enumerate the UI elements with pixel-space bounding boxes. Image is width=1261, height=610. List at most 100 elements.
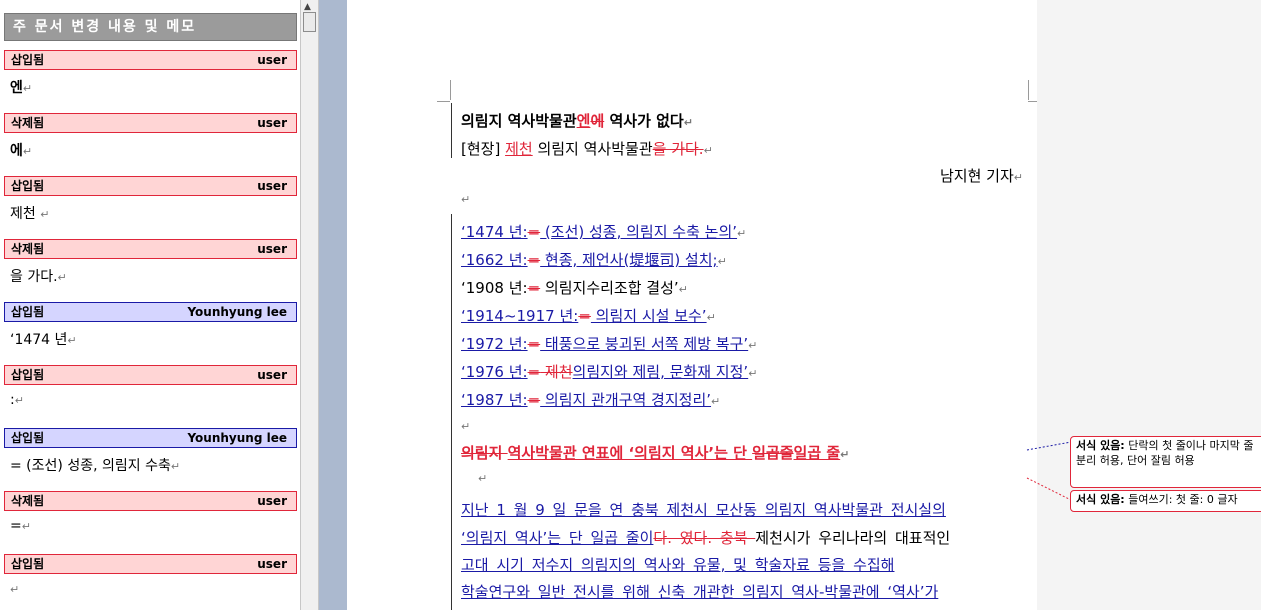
deleted-text: = — [527, 279, 541, 297]
revision-content[interactable]: ↵ — [10, 581, 19, 597]
revision-header[interactable]: 삭제됨 user — [4, 113, 297, 133]
inserted-text: 제천 — [505, 140, 533, 158]
revision-author: user — [257, 557, 287, 571]
paragraph-mark-icon: ↵ — [57, 271, 67, 284]
inserted-text: 엔 — [576, 112, 591, 130]
paragraph-mark-icon: ↵ — [461, 420, 471, 433]
revision-content[interactable]: ‘1474 년↵ — [10, 329, 77, 349]
revision-type: 삽입됨 — [11, 368, 45, 382]
timeline-text: 의림지수리조합 결성’ — [540, 279, 679, 297]
headline-text-tail: 역사가 없다 — [604, 112, 684, 130]
revision-text: = — [10, 518, 22, 534]
revision-text: 을 가다. — [10, 269, 58, 285]
revision-text: 엔 — [10, 80, 23, 96]
scroll-thumb[interactable] — [303, 12, 316, 32]
revision-content[interactable]: 제천 ↵ — [10, 203, 49, 223]
timeline-text: 의림지와 제림, 문화재 지정’ — [572, 363, 749, 381]
paragraph-mark-icon: ↵ — [717, 255, 727, 268]
revision-author: Younhyung lee — [187, 305, 287, 319]
inserted-text: ‘의림지 역사’는 단 일곱 줄이 — [461, 529, 654, 547]
revision-header[interactable]: 삽입됨 user — [4, 365, 297, 385]
margin-mark-right-h — [1028, 101, 1037, 102]
revision-header[interactable]: 삭제됨 user — [4, 491, 297, 511]
timeline-text: 의림지 시설 보수’ — [590, 307, 707, 325]
reviewing-pane-scrollbar[interactable]: ▲ — [300, 0, 319, 610]
deleted-text: = — [527, 391, 541, 409]
revision-content[interactable]: 에↵ — [10, 140, 32, 160]
timeline-line[interactable]: ‘1662 년:= 현종, 제언사(堤堰司) 설치;↵ — [461, 249, 727, 270]
revision-content[interactable]: 을 가다.↵ — [10, 266, 67, 286]
revision-author: user — [257, 368, 287, 382]
deleted-text: 제천 — [540, 363, 573, 381]
revision-header[interactable]: 삽입됨 user — [4, 50, 297, 70]
byline-text: 남지현 기자 — [940, 167, 1014, 185]
revision-type: 삭제됨 — [11, 494, 45, 508]
subheadline-text-mid: 의림지 역사박물관 — [532, 140, 653, 158]
margin-mark-top-right — [1028, 80, 1029, 100]
timeline-text: 태풍으로 붕괴된 서쪽 제방 복구’ — [540, 335, 749, 353]
timeline-text: (조선) 성종, 의림지 수축 논의’ — [540, 223, 738, 241]
inserted-text: 일곱 줄 — [793, 444, 841, 462]
revision-content[interactable]: =↵ — [10, 518, 31, 534]
revision-header[interactable]: 삽입됨 Younhyung lee — [4, 302, 297, 322]
deleted-text: = — [527, 363, 541, 381]
paragraph-mark-icon: ↵ — [14, 394, 24, 407]
paragraph-mark-icon: ↵ — [170, 460, 181, 473]
revision-type: 삽입됨 — [11, 305, 45, 319]
revision-author: user — [257, 179, 287, 193]
deleted-text: = — [578, 307, 591, 325]
paragraph-mark-icon: ↵ — [21, 520, 31, 533]
section-title[interactable]: 의림지 역사박물관 연표에 ‘의림지 역사’는 단 일곱줄일곱 줄↵ — [461, 442, 849, 463]
timeline-year: ‘1972 년: — [461, 335, 528, 353]
revision-header[interactable]: 삽입됨 Younhyung lee — [4, 428, 297, 448]
body-text: 제천시가 우리나라의 대표적인 — [755, 529, 951, 547]
paragraph-mark-icon: ↵ — [1013, 171, 1023, 184]
byline[interactable]: 남지현 기자↵ — [940, 165, 1023, 186]
body-line[interactable]: ‘의림지 역사’는 단 일곱 줄이다. 였다. 충북 제천시가 우리나라의 대표… — [461, 527, 950, 548]
timeline-line[interactable]: ‘1914~1917 년:= 의림지 시설 보수’↵ — [461, 305, 716, 326]
change-bar — [451, 214, 452, 610]
change-bar — [451, 103, 452, 158]
deleted-text: = — [527, 335, 541, 353]
paragraph-mark-icon: ↵ — [748, 367, 758, 380]
timeline-year: ‘1976 년: — [461, 363, 528, 381]
revision-type: 삽입됨 — [11, 431, 45, 445]
revision-header[interactable]: 삭제됨 user — [4, 239, 297, 259]
body-line[interactable]: 지난 1 월 9 일 문을 연 충북 제천시 모산동 의림지 역사박물관 전시실… — [461, 499, 946, 520]
revision-author: user — [257, 242, 287, 256]
format-balloon[interactable]: 서식 있음: 들여쓰기: 첫 줄: 0 글자 — [1070, 490, 1261, 512]
timeline-line[interactable]: ‘1908 년:= 의림지수리조합 결성’↵ — [461, 277, 688, 298]
format-balloon[interactable]: 서식 있음: 단락의 첫 줄이나 마지막 줄 분리 허용, 단어 잘림 허용 — [1070, 436, 1261, 488]
scroll-up-arrow-icon[interactable]: ▲ — [304, 2, 311, 12]
paragraph-mark-icon: ↵ — [22, 82, 33, 95]
revision-header[interactable]: 삽입됨 user — [4, 176, 297, 196]
revision-text: = (조선) 성종, 의림지 수축 — [10, 458, 171, 474]
inserted-text: 역사박물관 연표에 ‘의림지 역사’는 단 — [507, 444, 753, 462]
paragraph-mark-icon: ↵ — [683, 116, 693, 129]
paragraph-mark-icon: ↵ — [706, 311, 716, 324]
balloon-text: 들여쓰기: 첫 줄: 0 글자 — [1124, 493, 1238, 506]
body-line[interactable]: 학술연구와 일반 전시를 위해 신축 개관한 의림지 역사-박물관에 ‘역사’가 — [461, 581, 938, 602]
paragraph-mark-icon: ↵ — [748, 339, 758, 352]
revision-content[interactable]: 엔↵ — [10, 77, 32, 97]
timeline-year: ‘1474 년: — [461, 223, 528, 241]
body-line[interactable]: 고대 시기 저수지 의림지의 역사와 유물, 및 학술자료 등을 수집해 — [461, 554, 894, 575]
reviewing-pane: 주 문서 변경 내용 및 메모 삽입됨 user 엔↵ 삭제됨 user 에↵ 삽입됨 use… — [0, 0, 300, 610]
revision-content[interactable]: = (조선) 성종, 의림지 수축↵ — [10, 455, 180, 475]
revision-text: 에 — [10, 143, 23, 159]
deleted-text: 의림지 — [461, 444, 508, 462]
deleted-text: 다. 였다. 충북 — [653, 529, 756, 547]
paragraph-mark-icon: ↵ — [10, 583, 20, 596]
revision-header[interactable]: 삽입됨 user — [4, 554, 297, 574]
timeline-line[interactable]: ‘1987 년:= 의림지 관개구역 경지정리’↵ — [461, 389, 720, 410]
paragraph-mark-icon: ↵ — [703, 144, 713, 157]
timeline-line[interactable]: ‘1474 년:= (조선) 성종, 의림지 수축 논의’↵ — [461, 221, 746, 242]
subheadline[interactable]: [현장] 제천 의림지 역사박물관을 가다.↵ — [461, 138, 713, 159]
headline[interactable]: 의림지 역사박물관엔에 역사가 없다↵ — [461, 110, 693, 131]
revision-type: 삭제됨 — [11, 242, 45, 256]
paragraph-mark-icon: ↵ — [22, 145, 33, 158]
document-gutter — [319, 0, 347, 610]
timeline-line[interactable]: ‘1972 년:= 태풍으로 붕괴된 서쪽 제방 복구’↵ — [461, 333, 757, 354]
revision-content[interactable]: :↵ — [10, 392, 24, 408]
timeline-line[interactable]: ‘1976 년:= 제천의림지와 제림, 문화재 지정’↵ — [461, 361, 757, 382]
